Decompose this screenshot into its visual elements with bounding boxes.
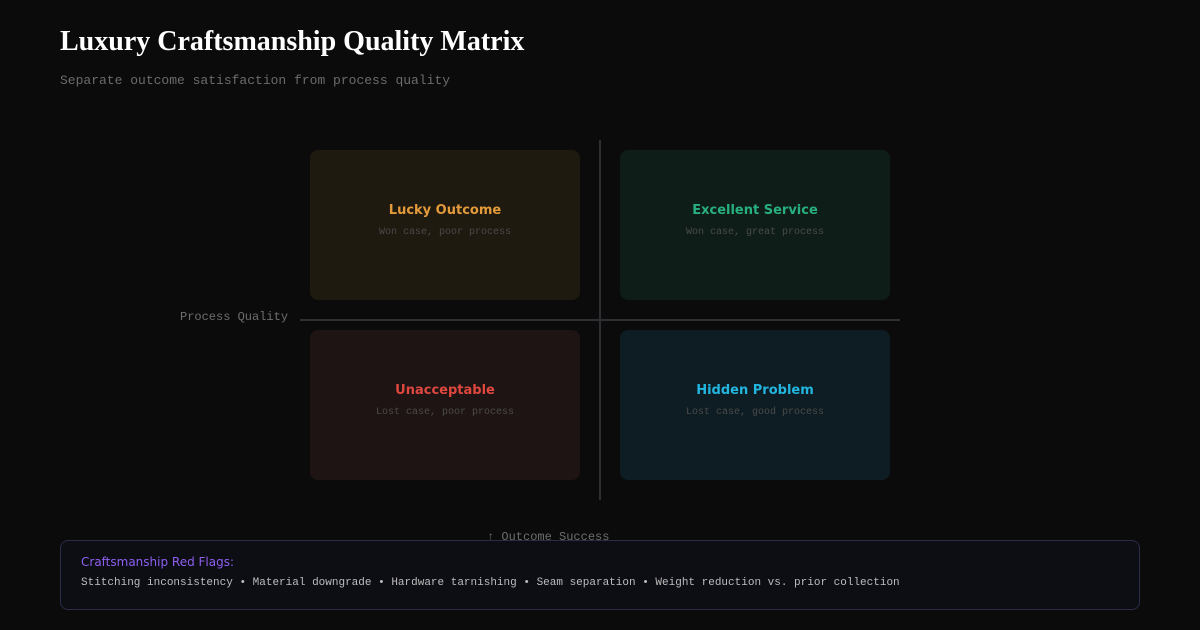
quadrant-unacceptable: Unacceptable Lost case, poor process: [310, 330, 580, 480]
red-flags-title: Craftsmanship Red Flags:: [81, 555, 235, 569]
quadrant-description: Lost case, good process: [685, 407, 825, 418]
quadrant-description: Won case, poor process: [378, 227, 512, 238]
quadrant-title: Excellent Service: [692, 203, 818, 218]
red-flags-list: Stitching inconsistency • Material downg…: [81, 575, 900, 591]
quadrant-excellent-service: Excellent Service Won case, great proces…: [620, 150, 890, 300]
page-title: Luxury Craftsmanship Quality Matrix: [60, 26, 525, 57]
quadrant-title: Unacceptable: [395, 383, 495, 398]
red-flag-item: Material downgrade: [252, 577, 372, 589]
red-flag-item: Seam separation: [536, 577, 636, 589]
red-flags-panel: Craftsmanship Red Flags: Stitching incon…: [60, 540, 1140, 610]
bullet-separator: •: [642, 577, 649, 589]
quadrant-title: Hidden Problem: [696, 383, 814, 398]
quadrant-description: Won case, great process: [685, 227, 825, 238]
quadrant-title: Lucky Outcome: [388, 203, 502, 218]
quadrant-hidden-problem: Hidden Problem Lost case, good process: [620, 330, 890, 480]
page-subtitle: Separate outcome satisfaction from proce…: [60, 73, 451, 88]
horizontal-axis-line: [300, 319, 900, 321]
quadrant-description: Lost case, poor process: [375, 407, 515, 418]
bullet-separator: •: [378, 577, 385, 589]
bullet-separator: •: [239, 577, 247, 589]
red-flag-item: Weight reduction vs. prior collection: [655, 577, 900, 589]
bullet-separator: •: [523, 577, 530, 589]
red-flag-item: Stitching inconsistency: [81, 577, 233, 589]
y-axis-label: Process Quality: [180, 310, 289, 324]
quadrant-lucky-outcome: Lucky Outcome Won case, poor process: [310, 150, 580, 300]
red-flag-item: Hardware tarnishing: [391, 577, 517, 589]
